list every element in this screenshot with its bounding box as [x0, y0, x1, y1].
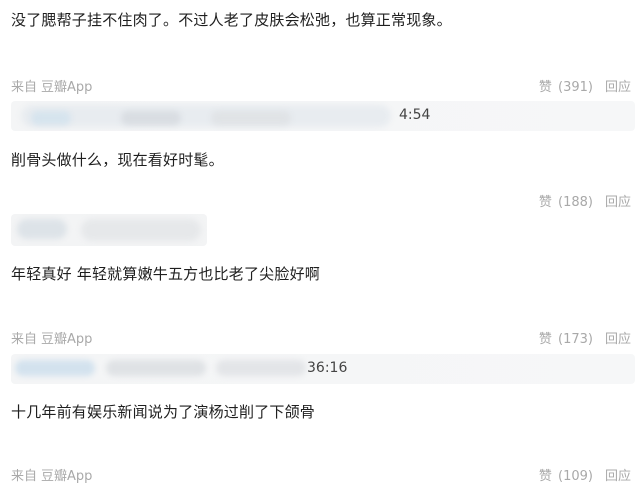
- source-prefix: 来自: [11, 469, 38, 484]
- blurred-username: [121, 111, 181, 125]
- blurred-date: [211, 111, 291, 125]
- reply-button[interactable]: 回应: [605, 195, 631, 210]
- comment-author-bar[interactable]: 4:54: [11, 101, 635, 131]
- like-button[interactable]: 赞 (188): [539, 195, 593, 210]
- comment-actions: 赞 (109) 回应: [539, 465, 631, 484]
- source-app-link[interactable]: 豆瓣App: [41, 332, 92, 347]
- like-count: (109): [558, 469, 593, 484]
- comment-author-bar[interactable]: [11, 214, 207, 246]
- like-label: 赞: [538, 469, 552, 484]
- blurred-avatar: [17, 219, 67, 239]
- comment-meta: 来自 豆瓣App 赞 (109) 回应: [11, 465, 631, 485]
- like-count: (188): [558, 195, 593, 210]
- source-app-link[interactable]: 豆瓣App: [41, 80, 92, 95]
- blurred-author-info: [81, 219, 201, 241]
- comment-actions: 赞 (391) 回应: [539, 76, 631, 95]
- blurred-date: [216, 360, 306, 376]
- comment-time: 36:16: [307, 360, 348, 376]
- blurred-username: [106, 360, 206, 376]
- source-prefix: 来自: [11, 332, 38, 347]
- reply-button[interactable]: 回应: [605, 469, 631, 484]
- like-button[interactable]: 赞 (391): [539, 80, 593, 95]
- comment-time: 4:54: [399, 107, 431, 123]
- comment-meta: 来自 豆瓣App 赞 (173) 回应: [11, 328, 631, 348]
- like-label: 赞: [538, 195, 552, 210]
- source-prefix: 来自: [11, 80, 38, 95]
- comment-text: 十几年前有娱乐新闻说为了演杨过削了下颌骨: [11, 403, 316, 421]
- comment-text: 年轻真好 年轻就算嫩牛五方也比老了尖脸好啊: [11, 265, 320, 283]
- like-button[interactable]: 赞 (173): [539, 332, 593, 347]
- comment-actions: 赞 (173) 回应: [539, 328, 631, 347]
- like-count: (173): [558, 332, 593, 347]
- blurred-author-info: [21, 105, 391, 127]
- comment-source: 来自 豆瓣App: [11, 76, 92, 95]
- comment-author-bar[interactable]: 36:16: [11, 354, 635, 384]
- comment-source: 来自 豆瓣App: [11, 465, 92, 484]
- reply-button[interactable]: 回应: [605, 80, 631, 95]
- reply-button[interactable]: 回应: [605, 332, 631, 347]
- like-count: (391): [558, 80, 593, 95]
- like-button[interactable]: 赞 (109): [539, 469, 593, 484]
- comment-meta: 来自 豆瓣App 赞 (391) 回应: [11, 76, 631, 96]
- like-label: 赞: [538, 332, 552, 347]
- comment-actions: 赞 (188) 回应: [539, 191, 631, 210]
- like-label: 赞: [538, 80, 552, 95]
- comment-meta: 赞 (188) 回应: [11, 191, 631, 211]
- source-app-link[interactable]: 豆瓣App: [41, 469, 92, 484]
- blurred-avatar: [15, 360, 95, 376]
- comment-source: 来自 豆瓣App: [11, 328, 92, 347]
- comment-text: 削骨头做什么，现在看好时髦。: [11, 151, 224, 169]
- blurred-avatar: [31, 111, 71, 125]
- comment-text: 没了腮帮子挂不住肉了。不过人老了皮肤会松弛，也算正常现象。: [11, 11, 452, 29]
